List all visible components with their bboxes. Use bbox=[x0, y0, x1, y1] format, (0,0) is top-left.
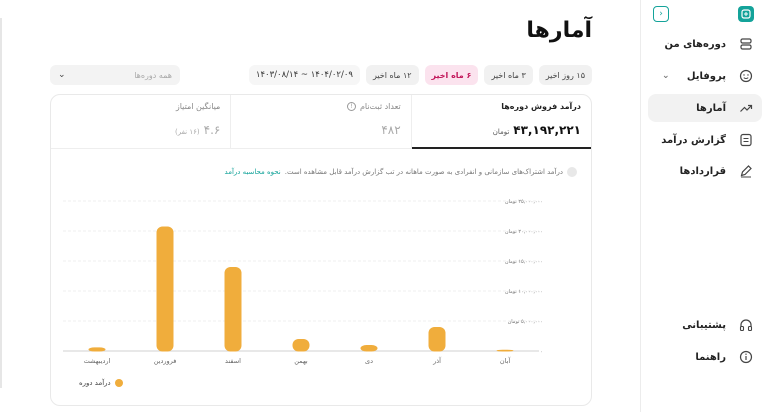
stat-label: تعداد ثبت‌نام ! bbox=[241, 102, 401, 111]
stats-card: درآمد فروش دوره‌ها ۴۳,۱۹۲,۲۲۱ تومان تعدا… bbox=[50, 94, 592, 406]
x-tick-label: فروردین bbox=[154, 357, 177, 365]
content-left-border bbox=[0, 18, 2, 388]
page-title: آمارها bbox=[526, 18, 592, 43]
sidebar-item-label: پشتیبانی bbox=[682, 319, 726, 331]
sidebar-item-my-courses[interactable]: دوره‌های من bbox=[648, 30, 762, 58]
income-value: ۴۳,۱۹۲,۲۲۱ bbox=[513, 123, 581, 137]
sidebar-item-profile[interactable]: پروفایل ⌄ bbox=[648, 62, 762, 90]
bar-1 bbox=[428, 327, 446, 352]
y-tick-label: ۱۵,۰۰۰,۰۰۰ تومان bbox=[505, 259, 543, 265]
collapse-sidebar-button[interactable]: ‹ bbox=[653, 6, 669, 22]
filter-6-months[interactable]: ۶ ماه اخیر bbox=[424, 65, 479, 85]
enrollments-label: تعداد ثبت‌نام bbox=[359, 102, 401, 111]
sidebar-item-label: دوره‌های من bbox=[664, 38, 726, 50]
sidebar-item-support[interactable]: پشتیبانی bbox=[648, 311, 762, 339]
sidebar-header: ‹ bbox=[641, 0, 768, 28]
rating-value: ۴.۶ bbox=[203, 123, 221, 137]
sidebar: ‹ دوره‌های من پروفایل ⌄ آمارها گزارش درآ… bbox=[640, 0, 768, 412]
note-text: درآمد اشتراک‌های سازمانی و انفرادی به صو… bbox=[284, 168, 563, 176]
filter-12-months[interactable]: ۱۲ ماه اخیر bbox=[365, 65, 419, 85]
x-tick-label: اردیبهشت bbox=[84, 357, 111, 365]
bar-5 bbox=[156, 226, 174, 352]
sidebar-item-label: آمارها bbox=[696, 102, 726, 114]
info-icon bbox=[738, 349, 754, 365]
pen-icon bbox=[738, 163, 754, 179]
bar-4 bbox=[224, 267, 242, 352]
stat-value: ۴.۶ (۱۶ نفر) bbox=[61, 123, 220, 137]
income-note: درآمد اشتراک‌های سازمانی و انفرادی به صو… bbox=[225, 167, 577, 177]
filter-15-days[interactable]: ۱۵ روز اخیر bbox=[538, 65, 592, 85]
date-range-picker[interactable]: ۱۴۰۳/۰۸/۱۴ ~ ۱۴۰۴/۰۲/۰۹ bbox=[248, 65, 360, 85]
bar-2 bbox=[360, 345, 378, 352]
x-tick-label: دی bbox=[365, 357, 373, 365]
income-calc-link[interactable]: نحوه محاسبه درآمد bbox=[225, 168, 281, 176]
course-select-value: همه دوره‌ها bbox=[134, 70, 172, 80]
chevron-down-icon: ⌄ bbox=[58, 70, 66, 80]
sidebar-item-label: گزارش درآمد bbox=[661, 134, 726, 146]
y-tick-label: ۲۵,۰۰۰,۰۰۰ تومان bbox=[505, 199, 543, 205]
tab-course-income[interactable]: درآمد فروش دوره‌ها ۴۳,۱۹۲,۲۲۱ تومان bbox=[410, 95, 591, 149]
stat-label: درآمد فروش دوره‌ها bbox=[501, 102, 581, 111]
sidebar-item-label: راهنما bbox=[695, 351, 726, 363]
chart-legend: درآمد دوره bbox=[79, 379, 123, 387]
logo-icon[interactable] bbox=[738, 6, 754, 22]
bar-3 bbox=[292, 339, 310, 352]
stats-tabs: درآمد فروش دوره‌ها ۴۳,۱۹۲,۲۲۱ تومان تعدا… bbox=[51, 95, 591, 149]
info-icon[interactable]: ! bbox=[346, 102, 356, 111]
x-tick-label: آذر bbox=[432, 356, 442, 365]
income-unit: تومان bbox=[492, 128, 510, 136]
tab-average-rating[interactable]: میانگین امتیاز ۴.۶ (۱۶ نفر) bbox=[51, 95, 230, 148]
y-tick-label: ۱۰,۰۰۰,۰۰۰ تومان bbox=[505, 289, 543, 295]
x-tick-label: بهمن bbox=[294, 357, 308, 365]
y-tick-label: ۵,۰۰۰,۰۰۰ تومان bbox=[508, 319, 543, 325]
y-tick-label: ۲۰,۰۰۰,۰۰۰ تومان bbox=[505, 229, 543, 235]
income-bar-chart: ۰ ۵,۰۰۰,۰۰۰ تومان ۱۰,۰۰۰,۰۰۰ تومان ۱۵,۰۰۰,۰… bbox=[63, 199, 543, 365]
y-tick-label: ۰ bbox=[540, 349, 543, 355]
info-dot-icon bbox=[567, 167, 577, 177]
stat-value: ۴۳,۱۹۲,۲۲۱ تومان bbox=[422, 123, 581, 137]
bar-0 bbox=[496, 349, 514, 352]
report-icon bbox=[738, 132, 754, 148]
smile-icon bbox=[738, 68, 754, 84]
legend-swatch bbox=[114, 379, 123, 387]
stat-value: ۴۸۲ bbox=[241, 123, 400, 137]
sidebar-item-stats[interactable]: آمارها bbox=[648, 94, 762, 122]
tab-enrollments[interactable]: تعداد ثبت‌نام ! ۴۸۲ bbox=[230, 95, 410, 148]
sidebar-item-label: قراردادها bbox=[679, 165, 726, 177]
sidebar-item-help[interactable]: راهنما bbox=[648, 343, 762, 371]
headphones-icon bbox=[738, 317, 754, 333]
date-filter-group: ۱۵ روز اخیر ۳ ماه اخیر ۶ ماه اخیر ۱۲ ماه… bbox=[248, 65, 592, 85]
enrollments-value: ۴۸۲ bbox=[381, 123, 401, 137]
filter-3-months[interactable]: ۳ ماه اخیر bbox=[484, 65, 533, 85]
x-tick-label: اسفند bbox=[225, 357, 241, 365]
stat-label: میانگین امتیاز bbox=[175, 102, 221, 111]
sidebar-item-contracts[interactable]: قراردادها bbox=[648, 157, 762, 185]
legend-label: درآمد دوره bbox=[79, 379, 111, 387]
layers-icon bbox=[738, 36, 754, 52]
chevron-down-icon[interactable]: ⌄ bbox=[662, 71, 670, 81]
rating-count: (۱۶ نفر) bbox=[175, 128, 200, 136]
trend-up-icon bbox=[738, 100, 754, 116]
sidebar-item-label: پروفایل bbox=[686, 70, 726, 82]
x-tick-label: آبان bbox=[500, 356, 512, 365]
bar-6 bbox=[88, 347, 106, 352]
sidebar-item-income-report[interactable]: گزارش درآمد bbox=[648, 126, 762, 154]
course-select[interactable]: همه دوره‌ها ⌄ bbox=[50, 65, 180, 85]
